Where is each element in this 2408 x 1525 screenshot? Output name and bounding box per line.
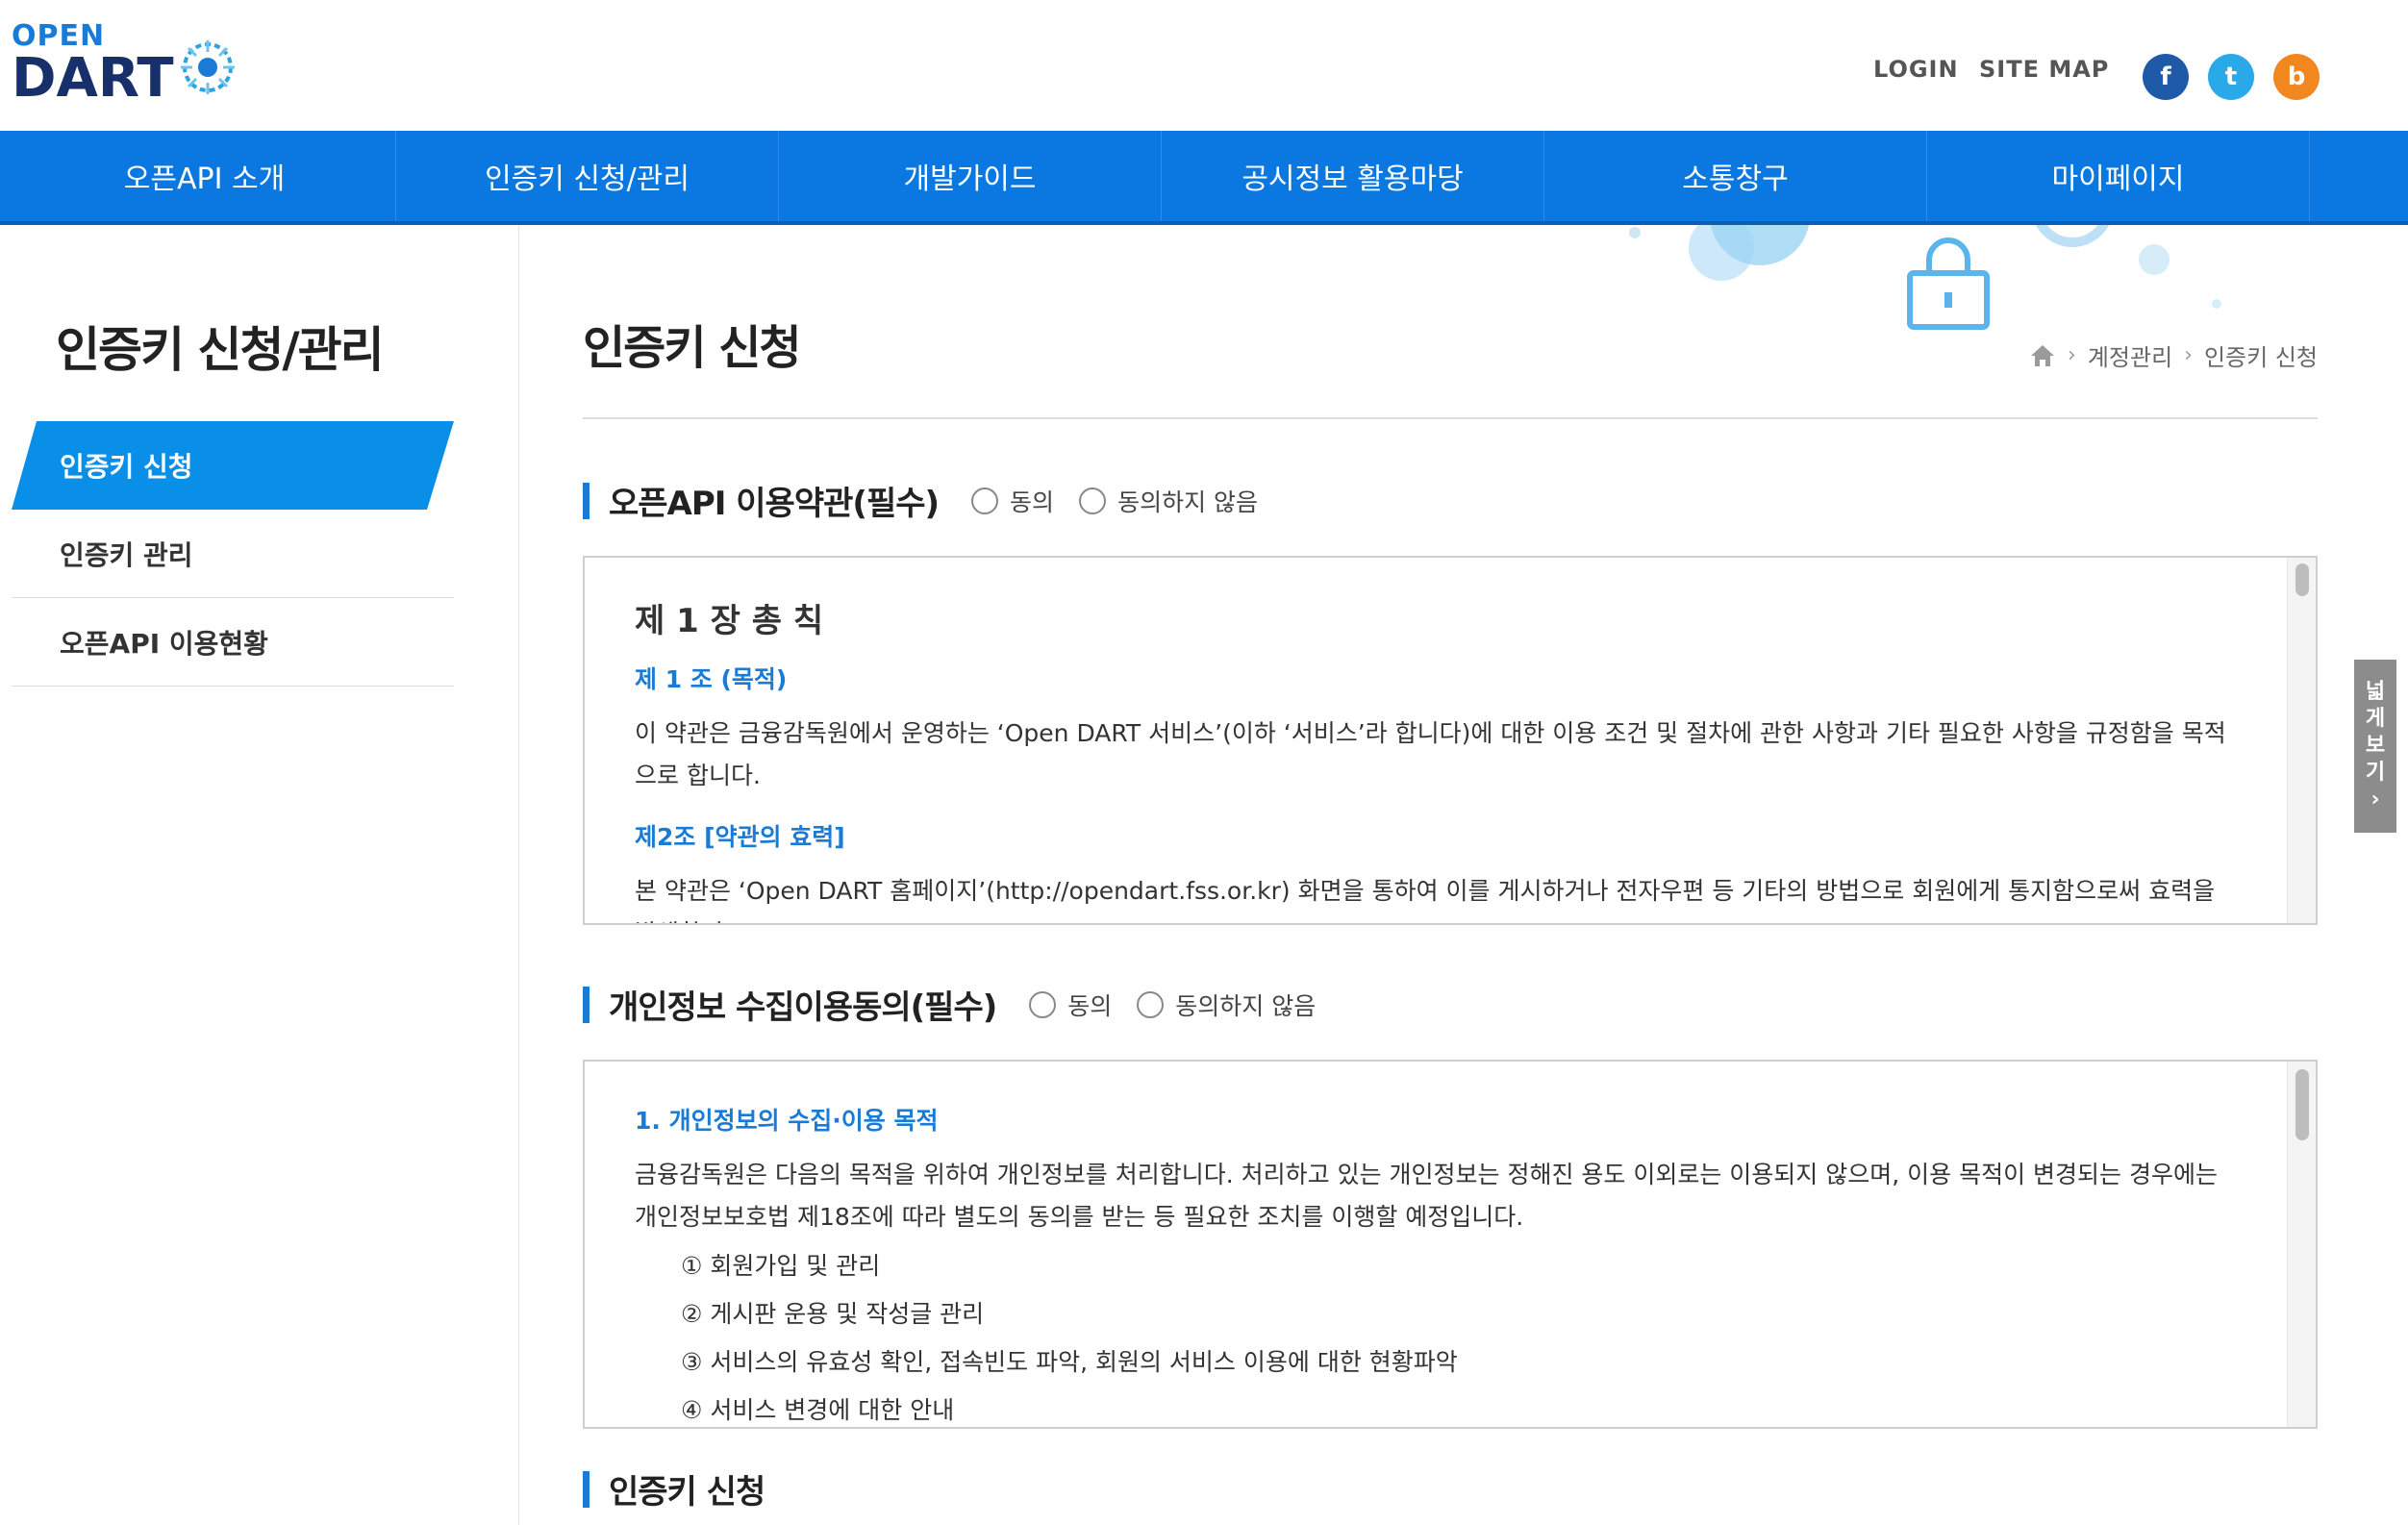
home-icon[interactable] [2029,343,2056,368]
terms-disagree-label: 동의하지 않음 [1117,488,1259,516]
nav-item-dev-guide[interactable]: 개발가이드 [779,131,1162,221]
privacy-disagree-label: 동의하지 않음 [1175,991,1317,1020]
section-marker [583,1470,589,1508]
apply-section-header: 인증키 신청 [583,1465,797,1512]
login-link[interactable]: LOGIN [1873,56,1959,83]
title-divider [583,417,2318,419]
terms-disagree-radio[interactable]: 동의하지 않음 [1079,484,1258,518]
terms-article1-body: 이 약관은 금융감독원에서 운영하는 ‘Open DART 서비스’(이하 ‘서… [635,719,2226,789]
terms-agree-label: 동의 [1010,488,1055,516]
page-title: 인증키 신청 [583,321,802,375]
privacy-agree-label: 동의 [1067,991,1113,1020]
privacy-section1-body: 금융감독원은 다음의 목적을 위하여 개인정보를 처리합니다. 처리하고 있는 … [635,1161,2218,1231]
privacy-scrollbar[interactable] [2287,1062,2316,1427]
sidebar-item-key-apply[interactable]: 인증키 신청 [12,421,454,510]
chevron-right-icon: › [2184,343,2193,367]
wide-view-tab[interactable]: 넓 게 보 기 › [2354,660,2396,833]
section-marker [583,986,589,1023]
breadcrumb-item-account[interactable]: 계정관리 [2088,338,2172,372]
header-decoration [1587,225,2260,340]
sitemap-link[interactable]: SITE MAP [1979,56,2109,83]
header: OPEN DART LOGIN SITE MAP f t b [0,0,2408,131]
breadcrumb: › 계정관리 › 인증키 신청 [2029,338,2318,372]
privacy-disagree-radio[interactable]: 동의하지 않음 [1137,988,1316,1022]
breadcrumb-item-current: 인증키 신청 [2203,344,2318,371]
terms-section-header: 오픈API 이용약관(필수) 동의 동의하지 않음 [583,477,1283,524]
terms-scroll-thumb[interactable] [2295,563,2309,596]
privacy-textbox[interactable]: 1. 개인정보의 수집·이용 목적 금융감독원은 다음의 목적을 위하여 개인정… [583,1060,2318,1429]
main-navigation: 오픈API 소개 인증키 신청/관리 개발가이드 공시정보 활용마당 소통창구 … [0,131,2408,225]
wide-view-char: 게 [2365,707,2386,731]
privacy-section-header: 개인정보 수집이용동의(필수) 동의 동의하지 않음 [583,981,1341,1028]
logo-mark-icon [181,40,235,94]
nav-item-disclosure-usage[interactable]: 공시정보 활용마당 [1162,131,1544,221]
privacy-heading: 개인정보 수집이용동의(필수) [609,988,997,1027]
terms-heading: 오픈API 이용약관(필수) [609,485,940,523]
privacy-list-item: ② 게시판 운용 및 작성글 관리 [681,1300,985,1328]
terms-content: 제 1 장 총 칙 제 1 조 (목적) 이 약관은 금융감독원에서 운영하는 … [635,588,2231,923]
terms-agree-radio[interactable]: 동의 [971,484,1054,518]
privacy-section1-title: 1. 개인정보의 수집·이용 목적 [635,1107,939,1135]
sidebar-item-key-manage[interactable]: 인증키 관리 [12,510,454,598]
privacy-list-item: ③ 서비스의 유효성 확인, 접속빈도 파악, 회원의 서비스 이용에 대한 현… [681,1348,1458,1376]
wide-view-char: 기 [2365,761,2386,785]
privacy-scroll-thumb[interactable] [2295,1069,2309,1140]
radio-circle[interactable] [1137,990,1165,1018]
section-marker [583,482,589,519]
wide-view-char: 보 [2365,734,2386,758]
nav-item-openapi-intro[interactable]: 오픈API 소개 [13,131,396,221]
sidebar-title: 인증키 신청/관리 [56,322,385,378]
nav-item-key-management[interactable]: 인증키 신청/관리 [396,131,779,221]
terms-article2-body: 본 약관은 ‘Open DART 홈페이지’(http://opendart.f… [635,877,2216,923]
privacy-content: 1. 개인정보의 수집·이용 목적 금융감독원은 다음의 목적을 위하여 개인정… [635,1102,2231,1427]
radio-circle[interactable] [1079,487,1107,514]
radio-circle[interactable] [1029,990,1057,1018]
facebook-icon[interactable]: f [2143,54,2189,100]
terms-scrollbar[interactable] [2287,558,2316,923]
logo-dart-text: DART [12,47,174,110]
open-dart-logo[interactable]: OPEN DART [12,19,242,110]
privacy-agree-radio[interactable]: 동의 [1029,988,1112,1022]
apply-heading: 인증키 신청 [609,1473,765,1512]
terms-article2-title: 제2조 [약관의 효력] [635,823,845,851]
sidebar: 인증키 신청/관리 인증키 신청 인증키 관리 오픈API 이용현황 [0,225,519,1525]
chevron-right-icon: › [2068,343,2076,367]
nav-item-mypage[interactable]: 마이페이지 [1927,131,2310,221]
twitter-icon[interactable]: t [2208,54,2254,100]
blogger-icon[interactable]: b [2273,54,2320,100]
terms-textbox[interactable]: 제 1 장 총 칙 제 1 조 (목적) 이 약관은 금융감독원에서 운영하는 … [583,556,2318,925]
terms-article1-title: 제 1 조 (목적) [635,665,788,693]
chevron-right-icon: › [2370,788,2380,812]
decorative-bubbles-icon [1629,225,2221,330]
privacy-list-item: ① 회원가입 및 관리 [681,1252,881,1280]
sidebar-item-api-usage[interactable]: 오픈API 이용현황 [12,598,454,687]
nav-item-communication[interactable]: 소통창구 [1544,131,1927,221]
radio-circle[interactable] [971,487,999,514]
terms-chapter-title: 제 1 장 총 칙 [635,602,824,640]
wide-view-char: 넓 [2365,680,2386,704]
privacy-list-item: ④ 서비스 변경에 대한 안내 [681,1396,955,1424]
sidebar-menu: 인증키 신청 인증키 관리 오픈API 이용현황 [12,421,454,687]
